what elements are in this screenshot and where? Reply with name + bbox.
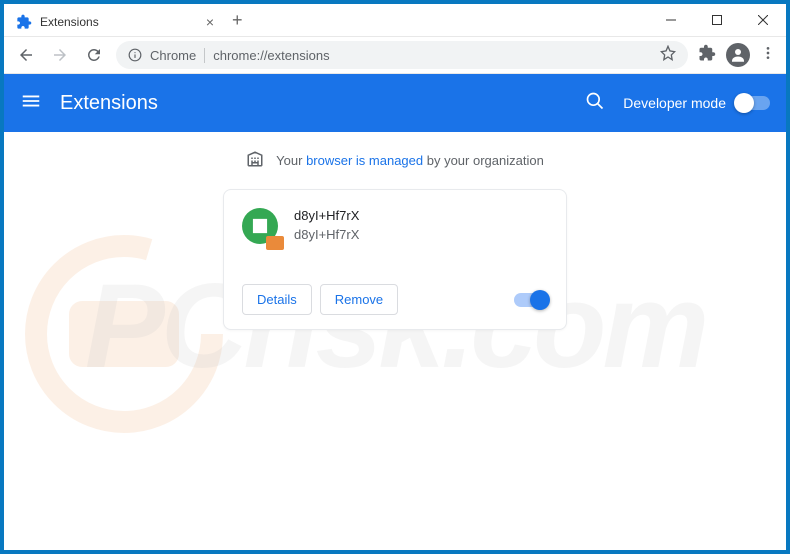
address-bar: Chrome chrome://extensions [4,36,786,74]
extension-enable-toggle[interactable] [514,293,548,307]
tab-close-icon[interactable]: × [206,15,214,29]
page-content: PCrisk.com Extensions Developer mode You… [4,74,786,550]
managed-notice: Your browser is managed by your organiza… [4,132,786,189]
remove-button[interactable]: Remove [320,284,398,315]
extension-name: d8yI+Hf7rX [294,208,359,223]
extension-description: d8yI+Hf7rX [294,227,359,242]
page-title: Extensions [60,92,585,115]
search-icon[interactable] [585,91,605,116]
omnibox-url: chrome://extensions [213,48,329,63]
close-button[interactable] [740,4,786,36]
developer-mode-label: Developer mode [623,95,726,111]
managed-text: Your browser is managed by your organiza… [276,153,544,168]
tab-title: Extensions [40,15,198,29]
extension-badge-icon [266,236,284,250]
minimize-button[interactable] [648,4,694,36]
extension-card: d8yI+Hf7rX d8yI+Hf7rX Details Remove [223,189,567,330]
back-button[interactable] [14,46,38,64]
organization-icon [246,150,264,171]
reload-button[interactable] [82,46,106,64]
bookmark-star-icon[interactable] [660,45,676,66]
window-titlebar: Extensions × + [4,4,786,36]
menu-hamburger-icon[interactable] [20,90,42,117]
browser-tab[interactable]: Extensions × [4,8,224,36]
developer-mode-toggle[interactable] [736,96,770,110]
omnibox[interactable]: Chrome chrome://extensions [116,41,688,69]
extensions-header: Extensions Developer mode [4,74,786,132]
new-tab-button[interactable]: + [224,4,251,36]
profile-avatar[interactable] [726,43,750,67]
managed-link[interactable]: browser is managed [306,153,423,168]
forward-button[interactable] [48,46,72,64]
extensions-toolbar-icon[interactable] [698,44,716,67]
extension-puzzle-icon [16,14,32,30]
maximize-button[interactable] [694,4,740,36]
chrome-menu-icon[interactable] [760,45,776,66]
details-button[interactable]: Details [242,284,312,315]
window-controls [648,4,786,36]
extension-icon [242,208,280,246]
omnibox-origin-label: Chrome [150,48,205,63]
site-info-icon[interactable] [128,48,142,62]
